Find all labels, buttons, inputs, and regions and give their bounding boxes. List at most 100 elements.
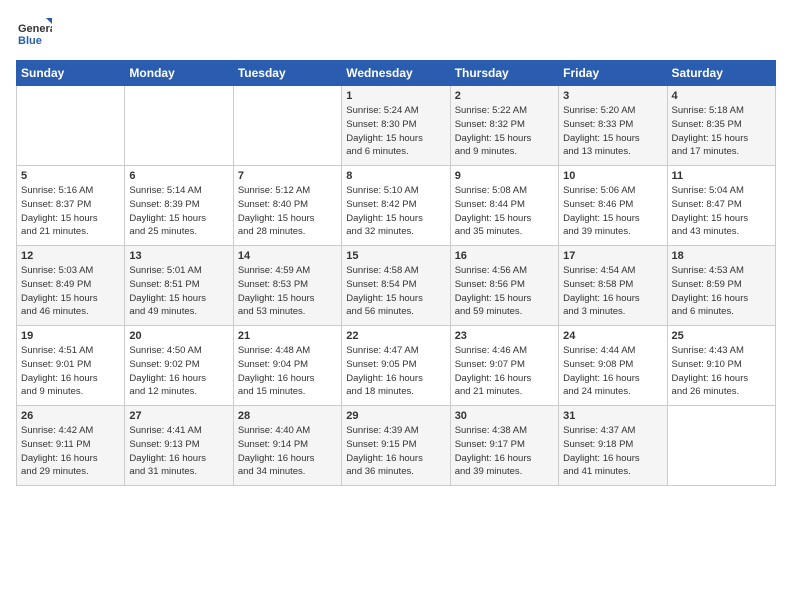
header-tuesday: Tuesday — [233, 61, 341, 86]
day-info: Sunrise: 4:50 AMSunset: 9:02 PMDaylight:… — [129, 344, 228, 399]
day-number: 28 — [238, 410, 337, 422]
day-info: Sunrise: 4:48 AMSunset: 9:04 PMDaylight:… — [238, 344, 337, 399]
calendar-week-4: 19 Sunrise: 4:51 AMSunset: 9:01 PMDayligh… — [17, 326, 776, 406]
calendar-day-12: 12 Sunrise: 5:03 AMSunset: 8:49 PMDayligh… — [17, 246, 125, 326]
calendar-day-13: 13Sunrise: 5:01 AMSunset: 8:51 PMDayligh… — [125, 246, 233, 326]
logo-svg: General Blue — [16, 16, 52, 52]
calendar-day-14: 14 Sunrise: 4:59 AMSunset: 8:53 PMDayligh… — [233, 246, 341, 326]
day-number: 16 — [455, 250, 554, 262]
header-sunday: Sunday — [17, 61, 125, 86]
day-info: Sunrise: 4:59 AMSunset: 8:53 PMDaylight:… — [238, 264, 337, 319]
calendar-day-23: 23 Sunrise: 4:46 AMSunset: 9:07 PMDayligh… — [450, 326, 558, 406]
header-saturday: Saturday — [667, 61, 775, 86]
calendar-week-2: 5Sunrise: 5:16 AMSunset: 8:37 PMDaylight… — [17, 166, 776, 246]
day-info: Sunrise: 4:46 AMSunset: 9:07 PMDaylight:… — [455, 344, 554, 399]
svg-text:General: General — [18, 23, 52, 35]
day-number: 13 — [129, 250, 228, 262]
calendar-day-25: 25 Sunrise: 4:43 AMSunset: 9:10 PMDayligh… — [667, 326, 775, 406]
day-info: Sunrise: 4:56 AMSunset: 8:56 PMDaylight:… — [455, 264, 554, 319]
day-number: 2 — [455, 90, 554, 102]
day-number: 30 — [455, 410, 554, 422]
day-info: Sunrise: 4:37 AMSunset: 9:18 PMDaylight:… — [563, 424, 662, 479]
logo: General Blue — [16, 16, 52, 52]
calendar-day-16: 16 Sunrise: 4:56 AMSunset: 8:56 PMDayligh… — [450, 246, 558, 326]
day-number: 18 — [672, 250, 771, 262]
calendar-day-17: 17Sunrise: 4:54 AMSunset: 8:58 PMDayligh… — [559, 246, 667, 326]
day-number: 11 — [672, 170, 771, 182]
calendar-day-3: 3 Sunrise: 5:20 AMSunset: 8:33 PMDaylight… — [559, 86, 667, 166]
calendar-day-31: 31 Sunrise: 4:37 AMSunset: 9:18 PMDayligh… — [559, 406, 667, 486]
calendar-week-5: 26 Sunrise: 4:42 AMSunset: 9:11 PMDayligh… — [17, 406, 776, 486]
day-info: Sunrise: 4:54 AMSunset: 8:58 PMDaylight:… — [563, 264, 662, 319]
day-info: Sunrise: 5:14 AMSunset: 8:39 PMDaylight:… — [129, 184, 228, 239]
empty-cell — [17, 86, 125, 166]
day-number: 27 — [129, 410, 228, 422]
calendar-day-30: 30 Sunrise: 4:38 AMSunset: 9:17 PMDayligh… — [450, 406, 558, 486]
empty-cell — [233, 86, 341, 166]
day-number: 14 — [238, 250, 337, 262]
header-monday: Monday — [125, 61, 233, 86]
header-wednesday: Wednesday — [342, 61, 450, 86]
day-info: Sunrise: 4:43 AMSunset: 9:10 PMDaylight:… — [672, 344, 771, 399]
day-info: Sunrise: 4:58 AMSunset: 8:54 PMDaylight:… — [346, 264, 445, 319]
calendar-day-11: 11 Sunrise: 5:04 AMSunset: 8:47 PMDayligh… — [667, 166, 775, 246]
day-number: 25 — [672, 330, 771, 342]
day-info: Sunrise: 5:20 AMSunset: 8:33 PMDaylight:… — [563, 104, 662, 159]
calendar-day-8: 8Sunrise: 5:10 AMSunset: 8:42 PMDaylight… — [342, 166, 450, 246]
day-number: 29 — [346, 410, 445, 422]
day-number: 21 — [238, 330, 337, 342]
calendar-day-10: 10Sunrise: 5:06 AMSunset: 8:46 PMDayligh… — [559, 166, 667, 246]
day-number: 24 — [563, 330, 662, 342]
calendar-header-row: SundayMondayTuesdayWednesdayThursdayFrid… — [17, 61, 776, 86]
calendar-day-7: 7 Sunrise: 5:12 AMSunset: 8:40 PMDaylight… — [233, 166, 341, 246]
day-number: 31 — [563, 410, 662, 422]
calendar-day-21: 21 Sunrise: 4:48 AMSunset: 9:04 PMDayligh… — [233, 326, 341, 406]
calendar-day-15: 15 Sunrise: 4:58 AMSunset: 8:54 PMDayligh… — [342, 246, 450, 326]
day-info: Sunrise: 5:08 AMSunset: 8:44 PMDaylight:… — [455, 184, 554, 239]
empty-cell — [125, 86, 233, 166]
day-number: 26 — [21, 410, 120, 422]
day-info: Sunrise: 5:12 AMSunset: 8:40 PMDaylight:… — [238, 184, 337, 239]
calendar-table: SundayMondayTuesdayWednesdayThursdayFrid… — [16, 60, 776, 486]
day-info: Sunrise: 4:42 AMSunset: 9:11 PMDaylight:… — [21, 424, 120, 479]
day-info: Sunrise: 5:18 AMSunset: 8:35 PMDaylight:… — [672, 104, 771, 159]
calendar-day-20: 20Sunrise: 4:50 AMSunset: 9:02 PMDayligh… — [125, 326, 233, 406]
empty-cell — [667, 406, 775, 486]
calendar-day-9: 9 Sunrise: 5:08 AMSunset: 8:44 PMDaylight… — [450, 166, 558, 246]
day-info: Sunrise: 5:03 AMSunset: 8:49 PMDaylight:… — [21, 264, 120, 319]
day-info: Sunrise: 4:38 AMSunset: 9:17 PMDaylight:… — [455, 424, 554, 479]
day-info: Sunrise: 5:04 AMSunset: 8:47 PMDaylight:… — [672, 184, 771, 239]
day-number: 3 — [563, 90, 662, 102]
day-info: Sunrise: 4:51 AMSunset: 9:01 PMDaylight:… — [21, 344, 120, 399]
day-number: 22 — [346, 330, 445, 342]
header-thursday: Thursday — [450, 61, 558, 86]
calendar-week-3: 12 Sunrise: 5:03 AMSunset: 8:49 PMDayligh… — [17, 246, 776, 326]
calendar-day-26: 26 Sunrise: 4:42 AMSunset: 9:11 PMDayligh… — [17, 406, 125, 486]
day-info: Sunrise: 4:53 AMSunset: 8:59 PMDaylight:… — [672, 264, 771, 319]
calendar-day-18: 18 Sunrise: 4:53 AMSunset: 8:59 PMDayligh… — [667, 246, 775, 326]
header-friday: Friday — [559, 61, 667, 86]
svg-text:Blue: Blue — [18, 35, 42, 47]
day-number: 15 — [346, 250, 445, 262]
day-number: 7 — [238, 170, 337, 182]
calendar-day-19: 19 Sunrise: 4:51 AMSunset: 9:01 PMDayligh… — [17, 326, 125, 406]
calendar-day-28: 28Sunrise: 4:40 AMSunset: 9:14 PMDayligh… — [233, 406, 341, 486]
day-info: Sunrise: 4:41 AMSunset: 9:13 PMDaylight:… — [129, 424, 228, 479]
day-info: Sunrise: 5:24 AMSunset: 8:30 PMDaylight:… — [346, 104, 445, 159]
day-info: Sunrise: 5:06 AMSunset: 8:46 PMDaylight:… — [563, 184, 662, 239]
calendar-week-1: 1 Sunrise: 5:24 AMSunset: 8:30 PMDaylight… — [17, 86, 776, 166]
calendar-day-6: 6Sunrise: 5:14 AMSunset: 8:39 PMDaylight… — [125, 166, 233, 246]
day-number: 23 — [455, 330, 554, 342]
day-number: 1 — [346, 90, 445, 102]
day-info: Sunrise: 5:16 AMSunset: 8:37 PMDaylight:… — [21, 184, 120, 239]
calendar-day-5: 5Sunrise: 5:16 AMSunset: 8:37 PMDaylight… — [17, 166, 125, 246]
day-number: 4 — [672, 90, 771, 102]
day-number: 12 — [21, 250, 120, 262]
calendar-day-4: 4 Sunrise: 5:18 AMSunset: 8:35 PMDaylight… — [667, 86, 775, 166]
day-number: 9 — [455, 170, 554, 182]
calendar-day-24: 24 Sunrise: 4:44 AMSunset: 9:08 PMDayligh… — [559, 326, 667, 406]
calendar-day-2: 2Sunrise: 5:22 AMSunset: 8:32 PMDaylight… — [450, 86, 558, 166]
day-info: Sunrise: 4:44 AMSunset: 9:08 PMDaylight:… — [563, 344, 662, 399]
day-number: 19 — [21, 330, 120, 342]
day-info: Sunrise: 4:47 AMSunset: 9:05 PMDaylight:… — [346, 344, 445, 399]
